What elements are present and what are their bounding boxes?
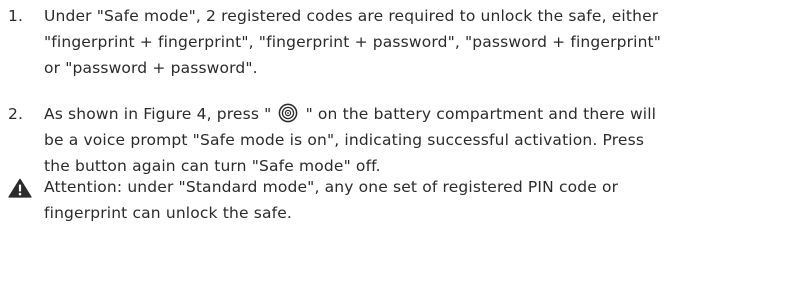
item-1-line-2: "fingerprint + fingerprint", "fingerprin… bbox=[44, 33, 662, 51]
item-1-line-1: Under "Safe mode", 2 registered codes ar… bbox=[44, 7, 659, 25]
attention-line-1: Attention: under "Standard mode", any on… bbox=[44, 178, 619, 196]
item-number: 2. bbox=[8, 105, 24, 123]
safe-mode-button-icon bbox=[279, 103, 298, 123]
attention-line-2: fingerprint can unlock the safe. bbox=[44, 204, 292, 222]
instruction-page: 1. Under "Safe mode", 2 registered codes… bbox=[0, 0, 786, 285]
attention-text: Attention: under "Standard mode", any on… bbox=[44, 174, 780, 226]
item-2-line-2: be a voice prompt "Safe mode is on", ind… bbox=[44, 131, 645, 149]
item-2-text-after-icon: " on the battery compartment and there w… bbox=[305, 105, 657, 123]
item-text: As shown in Figure 4, press " " on the b… bbox=[44, 101, 780, 179]
item-2-line-1: As shown in Figure 4, press " " on the b… bbox=[44, 101, 780, 127]
item-text: Under "Safe mode", 2 registered codes ar… bbox=[44, 3, 780, 81]
item-1-line-3: or "password + password". bbox=[44, 59, 258, 77]
warning-triangle-icon bbox=[8, 178, 32, 198]
item-number: 1. bbox=[8, 7, 24, 25]
item-2-text-before-icon: As shown in Figure 4, press " bbox=[44, 105, 272, 123]
